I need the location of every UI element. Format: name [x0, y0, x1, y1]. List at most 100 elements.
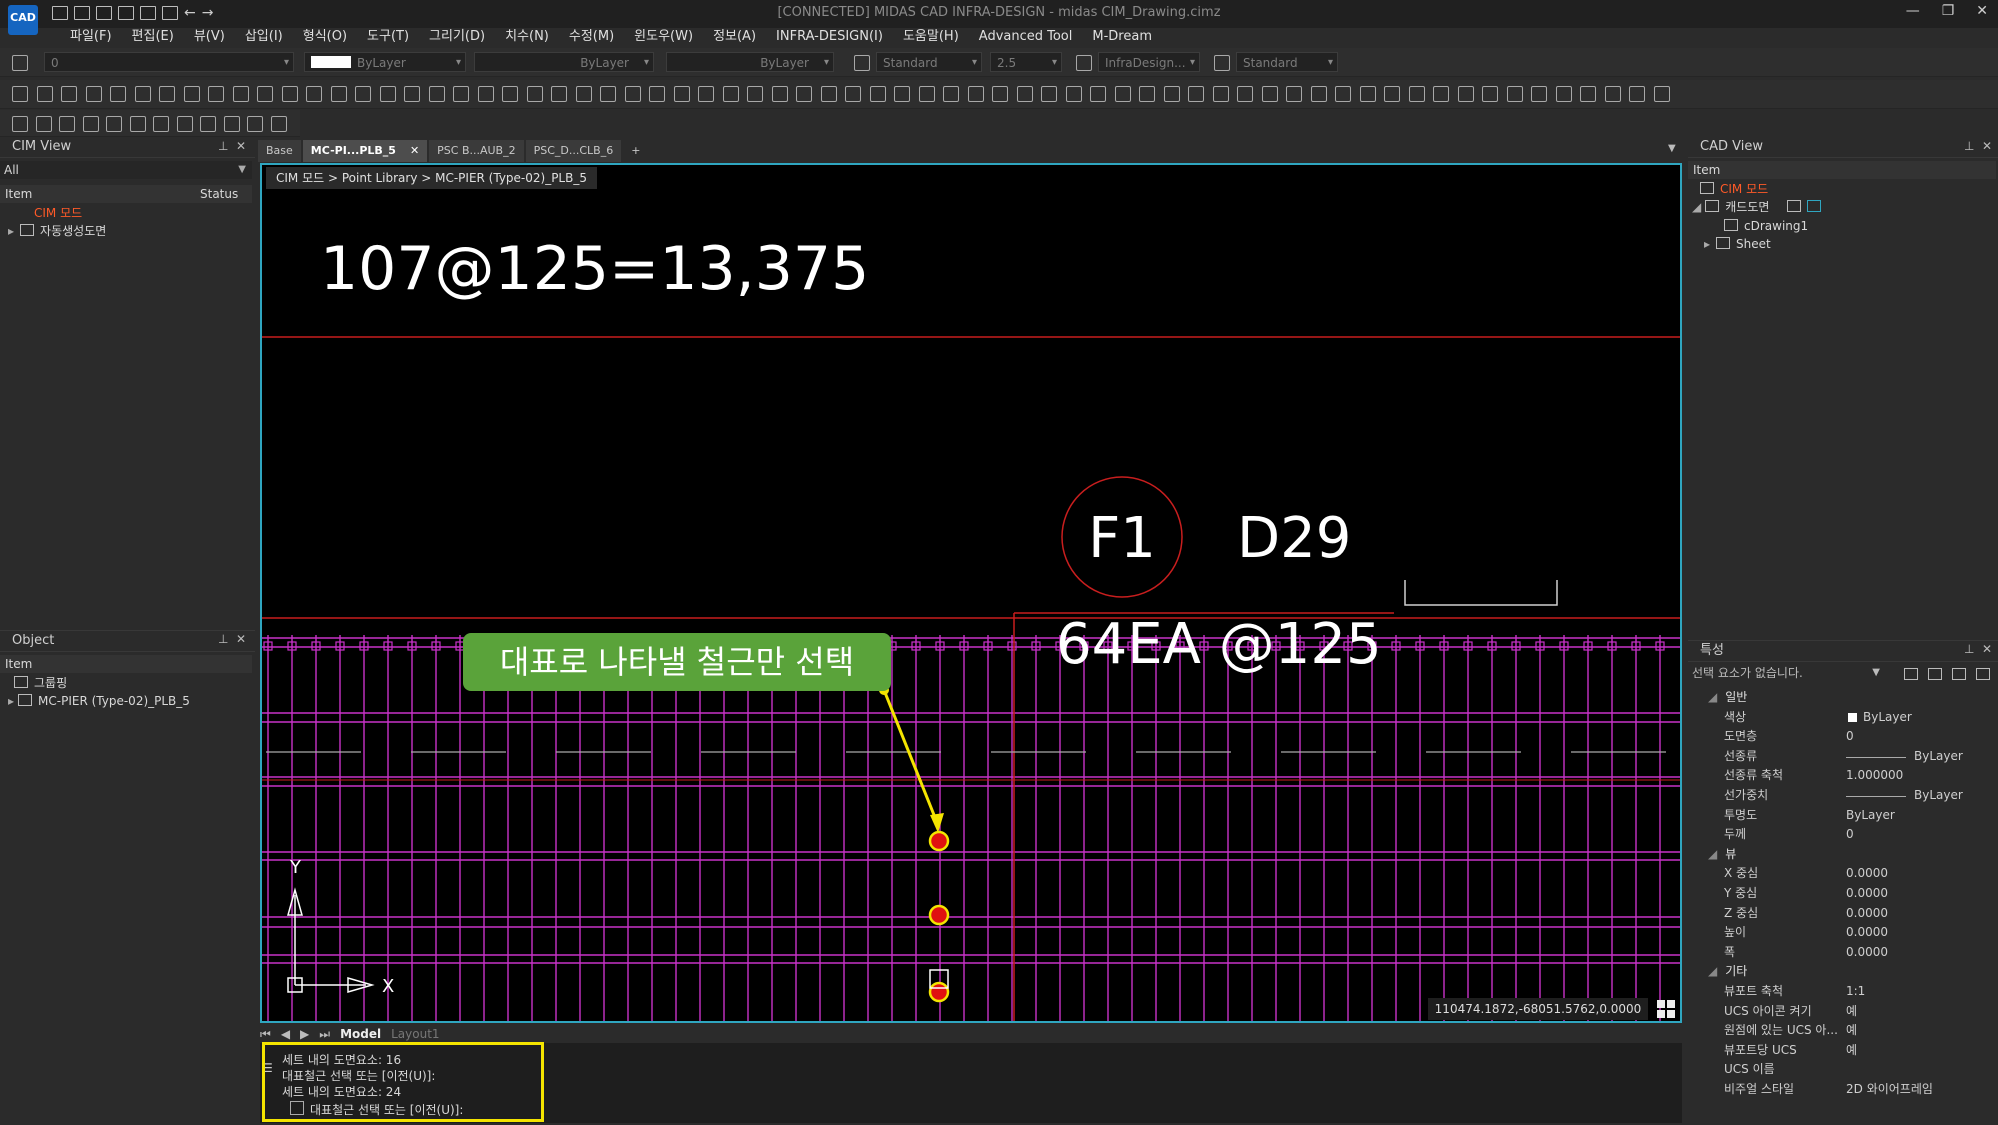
- close-icon[interactable]: ✕: [236, 632, 246, 646]
- draw-tool-icon[interactable]: [1016, 86, 1033, 102]
- prop-row[interactable]: 선가중치 ByLayer: [1688, 786, 1988, 805]
- drawing-canvas[interactable]: F1 D29 107@125=13,375 64EA @125 Y X: [262, 165, 1680, 1021]
- misc-tool-icon[interactable]: [176, 116, 193, 132]
- prop-row[interactable]: 도면층 0: [1688, 727, 1988, 746]
- selection-combo[interactable]: 선택 요소가 없습니다. ▼: [1692, 664, 1880, 682]
- misc-tool-icon[interactable]: [153, 116, 169, 132]
- close-icon[interactable]: ✕: [1982, 642, 1992, 656]
- menu-item-14[interactable]: M-Dream: [1082, 28, 1162, 46]
- draw-tool-icon[interactable]: [1506, 86, 1523, 102]
- misc-tool-icon[interactable]: [129, 116, 146, 132]
- misc-tool-icon[interactable]: [247, 116, 263, 132]
- draw-tool-icon[interactable]: [1433, 86, 1449, 102]
- draw-tool-icon[interactable]: [1359, 86, 1376, 102]
- menu-item-2[interactable]: 뷰(V): [184, 28, 235, 46]
- misc-tool-icon[interactable]: [59, 116, 75, 132]
- text-height-combo[interactable]: 2.5: [990, 52, 1062, 73]
- prop-section[interactable]: ◢ 일반: [1708, 688, 1747, 705]
- prop-row[interactable]: 뷰포트당 UCS 예: [1688, 1041, 1988, 1060]
- collapse-icon[interactable]: ◢: [1708, 847, 1717, 861]
- draw-tool-icon[interactable]: [1482, 86, 1498, 102]
- maximize-icon[interactable]: ❐: [1942, 3, 1955, 19]
- draw-tool-icon[interactable]: [747, 86, 763, 102]
- collapse-icon[interactable]: ◢: [1708, 690, 1717, 704]
- next-layout-icon[interactable]: ▶: [300, 1027, 309, 1041]
- draw-tool-icon[interactable]: [1408, 86, 1425, 102]
- draw-tool-icon[interactable]: [257, 86, 273, 102]
- draw-tool-icon[interactable]: [330, 86, 347, 102]
- menu-item-10[interactable]: 정보(A): [703, 28, 766, 46]
- close-icon[interactable]: ✕: [236, 139, 246, 153]
- menu-item-8[interactable]: 수정(M): [559, 28, 624, 46]
- table-style-icon[interactable]: [1214, 55, 1230, 71]
- draw-tool-icon[interactable]: [1604, 86, 1621, 102]
- misc-tool-icon[interactable]: [106, 116, 122, 132]
- menu-item-9[interactable]: 윈도우(W): [624, 28, 703, 46]
- draw-tool-icon[interactable]: [477, 86, 494, 102]
- prop-row[interactable]: 두께 0: [1688, 825, 1988, 844]
- minimize-icon[interactable]: —: [1906, 3, 1920, 19]
- dim-style-icon[interactable]: [1076, 55, 1092, 71]
- prop-section[interactable]: ◢ 기타: [1708, 962, 1747, 979]
- draw-tool-icon[interactable]: [1531, 86, 1547, 102]
- close-icon[interactable]: ✕: [1976, 3, 1988, 19]
- expand-icon[interactable]: ▸: [8, 224, 14, 238]
- last-layout-icon[interactable]: ⏭: [319, 1027, 330, 1042]
- prop-row[interactable]: Z 중심 0.0000: [1688, 904, 1988, 923]
- draw-tool-icon[interactable]: [1041, 86, 1057, 102]
- draw-tool-icon[interactable]: [453, 86, 469, 102]
- draw-tool-icon[interactable]: [85, 86, 102, 102]
- draw-tool-icon[interactable]: [575, 86, 592, 102]
- draw-tool-icon[interactable]: [1237, 86, 1253, 102]
- draw-tool-icon[interactable]: [526, 86, 543, 102]
- misc-tool-icon[interactable]: [12, 116, 28, 132]
- misc-tool-icon[interactable]: [223, 116, 240, 132]
- color-combo[interactable]: ByLayer: [304, 52, 466, 73]
- misc-tool-icon[interactable]: [82, 116, 99, 132]
- draw-tool-icon[interactable]: [1580, 86, 1596, 102]
- draw-tool-icon[interactable]: [183, 86, 200, 102]
- draw-tool-icon[interactable]: [869, 86, 886, 102]
- draw-tool-icon[interactable]: [771, 86, 788, 102]
- view-icon[interactable]: [1787, 200, 1802, 212]
- text-style-icon[interactable]: [854, 55, 870, 71]
- misc-tool-icon[interactable]: [200, 116, 216, 132]
- prop-row[interactable]: 뷰포트 축척 1:1: [1688, 982, 1988, 1001]
- menu-item-3[interactable]: 삽입(I): [235, 28, 293, 46]
- draw-tool-icon[interactable]: [1286, 86, 1302, 102]
- draw-tool-icon[interactable]: [1163, 86, 1180, 102]
- draw-tool-icon[interactable]: [698, 86, 714, 102]
- tab-psc-d[interactable]: PSC_D...CLB_6: [525, 140, 622, 162]
- prop-row[interactable]: 선종류 축척 1.000000: [1688, 766, 1988, 785]
- select-objects-icon[interactable]: [1928, 668, 1942, 680]
- draw-tool-icon[interactable]: [502, 86, 518, 102]
- misc-tool-icon[interactable]: [35, 116, 52, 132]
- draw-tool-icon[interactable]: [673, 86, 690, 102]
- draw-tool-icon[interactable]: [1114, 86, 1131, 102]
- tree-item-cad-drawing[interactable]: ◢ 캐드도면: [1692, 198, 1827, 216]
- misc-tool-icon[interactable]: [270, 116, 287, 132]
- draw-tool-icon[interactable]: [281, 86, 298, 102]
- collapse-icon[interactable]: ◢: [1708, 964, 1717, 978]
- cim-view-filter[interactable]: All ▼: [0, 161, 252, 179]
- draw-tool-icon[interactable]: [1653, 86, 1670, 102]
- draw-tool-icon[interactable]: [36, 86, 53, 102]
- add-tab-button[interactable]: +: [623, 140, 648, 162]
- tree-item-mc-pier[interactable]: ▸ MC-PIER (Type-02)_PLB_5: [8, 692, 190, 710]
- draw-tool-icon[interactable]: [1139, 86, 1155, 102]
- menu-item-12[interactable]: 도움말(H): [893, 28, 969, 46]
- draw-tool-icon[interactable]: [306, 86, 322, 102]
- draw-tool-icon[interactable]: [379, 86, 396, 102]
- menu-item-0[interactable]: 파일(F): [60, 28, 122, 46]
- menu-item-6[interactable]: 그리기(D): [419, 28, 495, 46]
- pin-icon[interactable]: ⊥: [218, 632, 228, 646]
- tree-item-cim-mode[interactable]: CIM 모드: [1700, 180, 1768, 198]
- draw-tool-icon[interactable]: [1457, 86, 1474, 102]
- draw-tool-icon[interactable]: [428, 86, 445, 102]
- layer-combo[interactable]: 0: [44, 52, 294, 73]
- menu-item-11[interactable]: INFRA-DESIGN(I): [766, 28, 893, 46]
- screen-icon[interactable]: [1807, 200, 1822, 212]
- dim-style-combo[interactable]: InfraDesign...: [1098, 52, 1200, 73]
- draw-tool-icon[interactable]: [1555, 86, 1572, 102]
- draw-tool-icon[interactable]: [722, 86, 739, 102]
